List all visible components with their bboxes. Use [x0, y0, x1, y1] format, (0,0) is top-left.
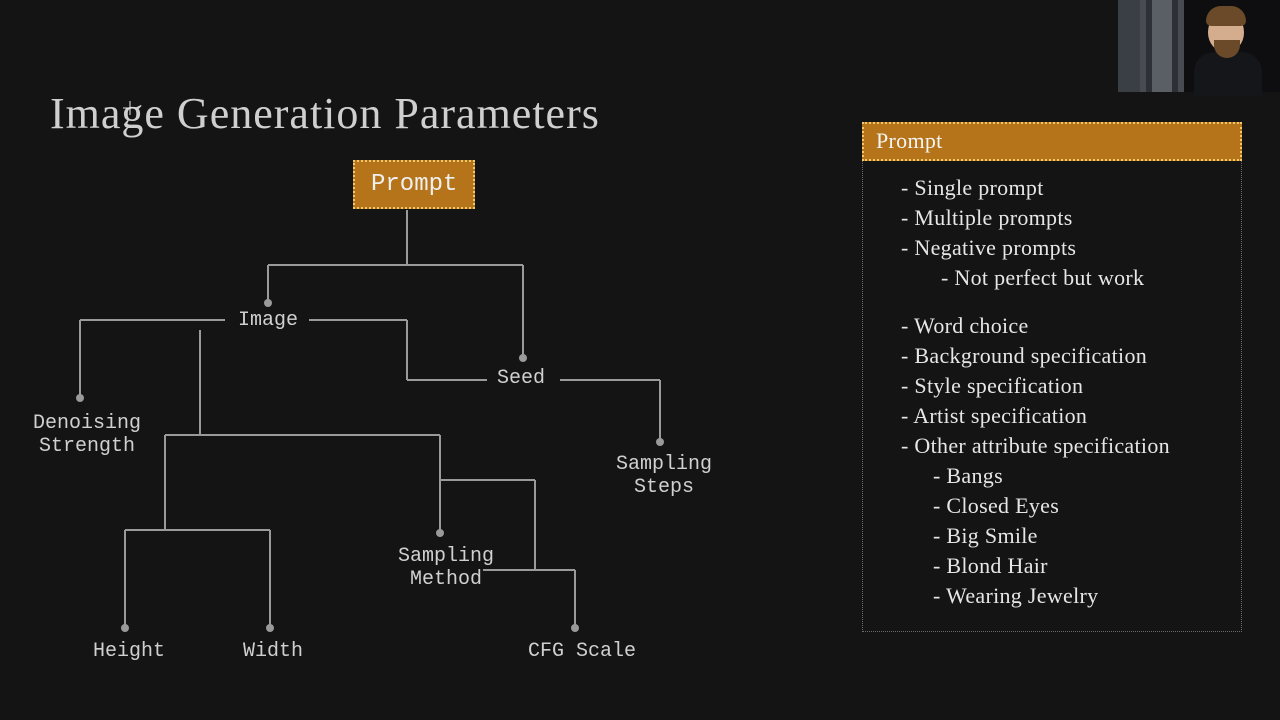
bullet: - Style specification — [901, 373, 1227, 399]
node-seed: Seed — [497, 367, 545, 390]
bullet: - Multiple prompts — [901, 205, 1227, 231]
spacer — [877, 295, 1227, 309]
node-height: Height — [93, 640, 165, 663]
node-sampling-method: Sampling Method — [398, 545, 494, 591]
bullet-sub: - Blond Hair — [933, 553, 1227, 579]
bullet-sub: - Not perfect but work — [941, 265, 1227, 291]
bullet: - Single prompt — [901, 175, 1227, 201]
bullet-sub: - Wearing Jewelry — [933, 583, 1227, 609]
bullet-sub: - Bangs — [933, 463, 1227, 489]
bullet: - Artist specification — [901, 403, 1227, 429]
bullet-sub: - Closed Eyes — [933, 493, 1227, 519]
presenter-webcam — [1118, 0, 1280, 92]
node-width: Width — [243, 640, 303, 663]
notes-heading: Prompt — [862, 122, 1242, 161]
slide-stage: Image Generation Parameters — [0, 0, 1280, 720]
node-denoising-strength: Denoising Strength — [33, 412, 141, 458]
node-sampling-steps: Sampling Steps — [616, 453, 712, 499]
bullet: - Word choice — [901, 313, 1227, 339]
bullet: - Other attribute specification — [901, 433, 1227, 459]
notes-panel: Prompt - Single prompt - Multiple prompt… — [862, 122, 1242, 632]
notes-body: - Single prompt - Multiple prompts - Neg… — [862, 161, 1242, 632]
bullet-sub: - Big Smile — [933, 523, 1227, 549]
node-image: Image — [238, 309, 298, 332]
bullet: - Background specification — [901, 343, 1227, 369]
node-cfg-scale: CFG Scale — [528, 640, 636, 663]
node-prompt: Prompt — [353, 160, 475, 209]
bullet: - Negative prompts — [901, 235, 1227, 261]
